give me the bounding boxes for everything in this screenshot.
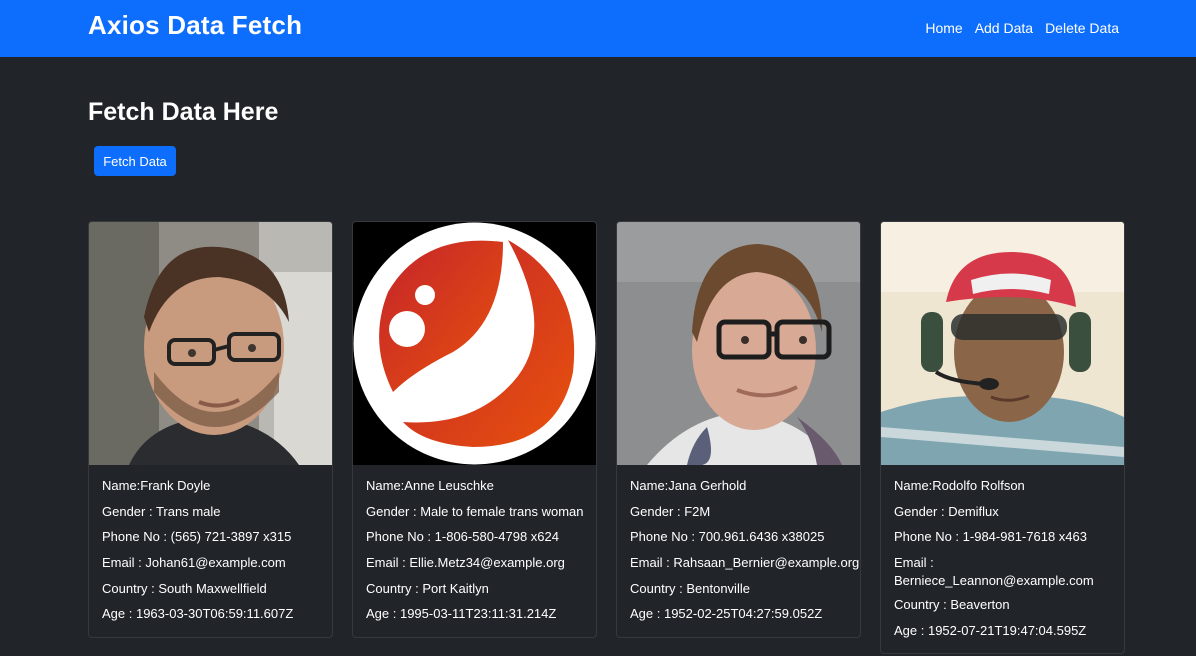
user-age: Age : 1952-07-21T19:47:04.595Z bbox=[894, 622, 1087, 638]
nav-links: Home Add Data Delete Data bbox=[925, 20, 1119, 36]
user-country: Country : Bentonville bbox=[630, 580, 750, 596]
user-age: Age : 1952-02-25T04:27:59.052Z bbox=[630, 606, 823, 622]
user-card: Name:Frank Doyle Gender : Trans male Pho… bbox=[88, 221, 333, 639]
nav-link-delete-data[interactable]: Delete Data bbox=[1045, 20, 1119, 36]
user-avatar bbox=[353, 222, 596, 465]
user-card: Name:Jana Gerhold Gender : F2M Phone No … bbox=[616, 221, 861, 639]
user-email: Email : Johan61@example.com bbox=[102, 555, 286, 571]
user-country: Country : Port Kaitlyn bbox=[366, 580, 489, 596]
user-avatar bbox=[881, 222, 1124, 465]
user-name: Name:Anne Leuschke bbox=[366, 478, 494, 493]
nav-link-add-data[interactable]: Add Data bbox=[975, 20, 1033, 36]
user-gender: Gender : Trans male bbox=[102, 503, 221, 519]
user-card: Name:Anne Leuschke Gender : Male to fema… bbox=[352, 221, 597, 639]
user-name: Name:Rodolfo Rolfson bbox=[894, 478, 1025, 493]
user-phone: Phone No : 1-984-981-7618 x463 bbox=[894, 529, 1087, 545]
user-name: Name:Jana Gerhold bbox=[630, 478, 747, 493]
user-phone: Phone No : 1-806-580-4798 x624 bbox=[366, 529, 559, 545]
user-age: Age : 1995-03-11T23:11:31.214Z bbox=[366, 606, 557, 622]
user-avatar bbox=[89, 222, 332, 465]
user-name: Name:Frank Doyle bbox=[102, 478, 211, 493]
nav-link-home[interactable]: Home bbox=[925, 20, 962, 36]
user-card: Name:Rodolfo Rolfson Gender : Demiflux P… bbox=[880, 221, 1125, 655]
navbar: Axios Data Fetch Home Add Data Delete Da… bbox=[0, 0, 1196, 57]
user-age: Age : 1963-03-30T06:59:11.607Z bbox=[102, 606, 294, 622]
user-phone: Phone No : (565) 721-3897 x315 bbox=[102, 529, 292, 545]
user-gender: Gender : Male to female trans woman bbox=[366, 503, 584, 519]
user-country: Country : South Maxwellfield bbox=[102, 580, 267, 596]
brand-title[interactable]: Axios Data Fetch bbox=[88, 10, 302, 41]
fetch-data-button[interactable]: Fetch Data bbox=[94, 146, 176, 176]
user-email: Email : Berniece_Leannon@example.com bbox=[894, 555, 1094, 589]
page-title: Fetch Data Here bbox=[88, 98, 279, 126]
user-gender: Gender : Demiflux bbox=[894, 503, 999, 519]
user-gender: Gender : F2M bbox=[630, 503, 711, 519]
user-email: Email : Ellie.Metz34@example.org bbox=[366, 555, 565, 571]
user-email: Email : Rahsaan_Bernier@example.org bbox=[630, 555, 860, 571]
user-country: Country : Beaverton bbox=[894, 597, 1010, 613]
user-phone: Phone No : 700.961.6436 x38025 bbox=[630, 529, 825, 545]
user-avatar bbox=[617, 222, 860, 465]
